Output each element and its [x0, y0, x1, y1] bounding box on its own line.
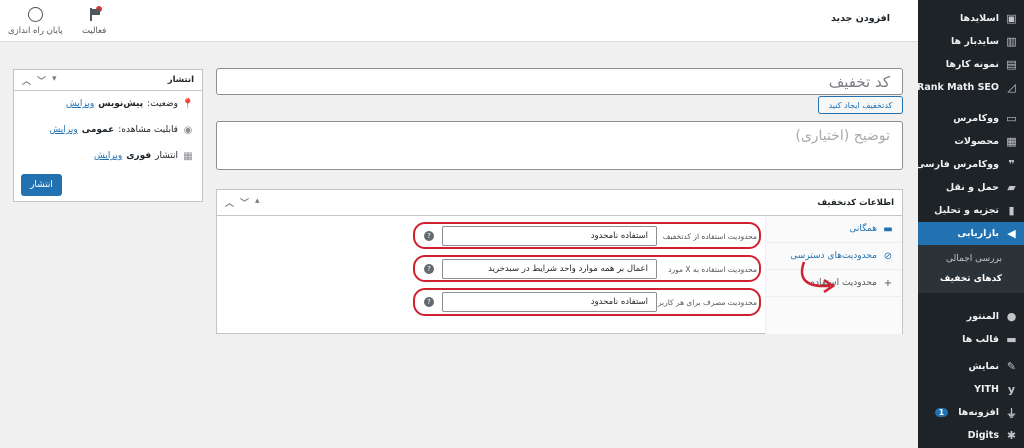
- coupon-data-header: اطلاعات کدتخفیف ︿ ﹀ ▴: [217, 190, 902, 216]
- plugin-icon: ⏚: [1006, 406, 1017, 420]
- page-header: افزودن جدید فعالیت پایان راه اندازی: [0, 0, 918, 42]
- sidebar-item-shipping[interactable]: ▰ حمل و نقل: [918, 176, 1024, 199]
- sidebar-item-plugins[interactable]: ⏚ افزونه‌ها 1: [918, 401, 1024, 424]
- description-textarea[interactable]: توضیح (اختیاری): [216, 121, 903, 170]
- submenu-overview[interactable]: بررسی اجمالی: [918, 249, 1024, 269]
- progress-circle-icon: [27, 7, 43, 22]
- yith-icon: y: [1007, 383, 1016, 396]
- generate-coupon-button[interactable]: کدتخفیف ایجاد کنید: [818, 96, 903, 114]
- chat-icon: ❞: [1008, 158, 1015, 171]
- slides-icon: ▣: [1006, 12, 1017, 25]
- analytics-icon: ▮: [1008, 204, 1015, 217]
- sidebar-item-rank-math[interactable]: ◿ Rank Math SEO: [917, 76, 1024, 99]
- pin-icon: 📍: [181, 98, 194, 110]
- box-controls: ︿ ﹀ ▾: [22, 74, 57, 87]
- move-down-icon[interactable]: ﹀: [240, 196, 249, 209]
- coupon-data-title: اطلاعات کدتخفیف: [817, 197, 894, 208]
- sidebar-item-slides[interactable]: ▣ اسلایدها: [918, 7, 1024, 30]
- sidebar-item-elementor[interactable]: ● المنتور: [918, 305, 1024, 328]
- schedule-row: ▦ انتشار فوری ویرایش: [93, 150, 193, 162]
- sidebar-item-analytics[interactable]: ▮ تجزیه و تحلیل: [918, 199, 1024, 222]
- plugins-update-badge: 1: [934, 408, 949, 417]
- submenu-coupons[interactable]: کدهای تخفیف: [918, 269, 1024, 289]
- sidebar-item-sidebars[interactable]: ▥ ساید‌بار ها: [918, 30, 1024, 53]
- truck-icon: ▰: [1007, 181, 1016, 194]
- finish-setup-button[interactable]: پایان راه اندازی: [8, 7, 63, 36]
- tab-general[interactable]: ▬ همگانی: [766, 216, 902, 243]
- sidebar-item-yith[interactable]: y YITH: [918, 378, 1024, 401]
- publish-button[interactable]: انتشار: [21, 174, 62, 196]
- annotation-oval: [413, 288, 761, 316]
- activity-button[interactable]: فعالیت: [82, 6, 106, 36]
- woo-icon: ▭: [1006, 112, 1017, 125]
- sidebar-item-woocommerce[interactable]: ▭ ووکامرس: [918, 107, 1024, 130]
- sidebar-item-products[interactable]: ▦ محصولات: [918, 130, 1024, 153]
- toggle-icon[interactable]: ▾: [52, 74, 57, 87]
- edit-visibility-link[interactable]: ویرایش: [49, 125, 77, 135]
- brush-icon: ✎: [1006, 360, 1017, 373]
- box-controls: ︿ ﹀ ▴: [225, 196, 260, 209]
- folder-icon: ▬: [1006, 333, 1017, 346]
- page-title: افزودن جدید: [831, 13, 890, 24]
- block-icon: ⊘: [883, 250, 893, 262]
- sidebar-icon: ▥: [1006, 35, 1017, 48]
- move-down-icon[interactable]: ﹀: [37, 74, 46, 87]
- elementor-icon: ●: [1006, 310, 1017, 323]
- edit-status-link[interactable]: ویرایش: [66, 99, 94, 109]
- sidebar-item-templates[interactable]: ▬ قالب ها: [918, 328, 1024, 351]
- edit-schedule-link[interactable]: ویرایش: [94, 151, 122, 161]
- digits-icon: ✱: [1006, 429, 1017, 442]
- sidebar-item-portfolio[interactable]: ▤ نمونه کارها: [918, 53, 1024, 76]
- publish-box: انتشار ︿ ﹀ ▾ 📍 وضعیت: پیش‌نویس ویرایش ◉ …: [13, 69, 203, 202]
- ticket-icon: ▬: [883, 223, 893, 235]
- status-row: 📍 وضعیت: پیش‌نویس ویرایش: [65, 98, 194, 110]
- publish-box-title: انتشار: [167, 75, 194, 85]
- sidebar-item-digits[interactable]: ✱ Digits: [918, 424, 1024, 447]
- visibility-value: عمومی: [81, 125, 115, 135]
- annotation-arrow: [800, 261, 836, 294]
- publish-box-header: انتشار ︿ ﹀ ▾: [14, 70, 202, 91]
- flag-icon: [87, 6, 102, 22]
- toggle-icon[interactable]: ▴: [255, 196, 260, 209]
- sidebar-item-woo-persian[interactable]: ❞ ووکامرس فارسی: [916, 153, 1024, 176]
- move-up-icon[interactable]: ︿: [22, 74, 31, 87]
- sidebar-item-appearance[interactable]: ✎ نمایش: [918, 355, 1024, 378]
- marketing-submenu: بررسی اجمالی کدهای تخفیف: [918, 245, 1024, 293]
- megaphone-icon: ◀: [1007, 227, 1016, 240]
- move-up-icon[interactable]: ︿: [225, 196, 234, 209]
- schedule-value: فوری: [126, 151, 152, 161]
- chart-icon: ◿: [1007, 81, 1016, 94]
- annotation-oval: [413, 255, 761, 282]
- status-value: پیش‌نویس: [98, 99, 144, 109]
- calendar-icon: ▦: [183, 150, 193, 162]
- plus-icon: +: [883, 277, 893, 289]
- products-icon: ▦: [1006, 135, 1017, 148]
- visibility-row: ◉ قابلیت مشاهده: عمومی ویرایش: [49, 124, 193, 136]
- portfolio-icon: ▤: [1006, 58, 1017, 71]
- annotation-oval: [413, 222, 761, 249]
- eye-icon: ◉: [183, 124, 193, 136]
- admin-sidebar: ▣ اسلایدها ▥ ساید‌بار ها ▤ نمونه کارها ◿ Ran…: [916, 0, 1024, 448]
- coupon-code-input[interactable]: کد تخفیف: [216, 68, 903, 95]
- sidebar-item-marketing[interactable]: ◀ بازاریابی: [918, 222, 1024, 245]
